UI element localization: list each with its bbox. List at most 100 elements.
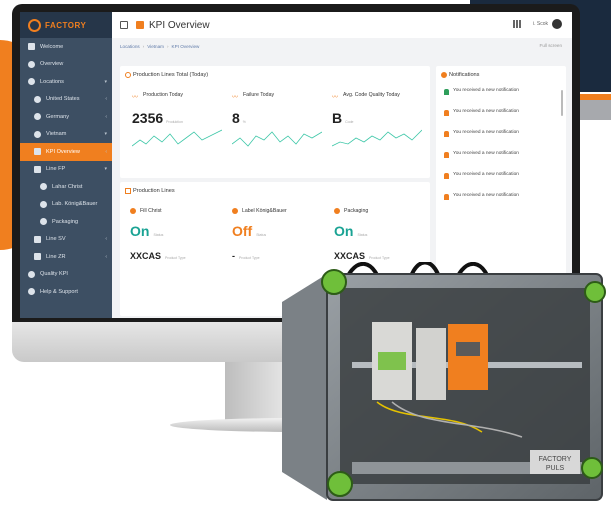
state-note: Status <box>153 233 164 237</box>
notification-text: You received a new notification <box>453 151 519 156</box>
breadcrumb-item[interactable]: Vietnam <box>147 44 164 49</box>
status-dot-icon <box>232 208 238 214</box>
kpi-unit: Code <box>345 120 354 124</box>
brand-name: FACTORY <box>45 20 87 30</box>
status-dot-icon <box>334 208 340 214</box>
card-title: Notifications <box>449 72 480 78</box>
sidebar-item-label: Vietnam <box>46 131 67 138</box>
sidebar-item-packaging[interactable]: Packaging <box>20 213 112 231</box>
user-name[interactable]: i. Scok <box>533 21 548 27</box>
state-note: Status <box>256 233 267 237</box>
sidebar-item-help-support[interactable]: Help & Support <box>20 283 112 301</box>
production-totals-card: Production Lines Total (Today) 〰 Product… <box>120 66 430 178</box>
bell-icon <box>444 152 449 158</box>
screw-icon <box>581 457 603 479</box>
line-state: On Status <box>334 223 434 239</box>
line-label: Fill Christ <box>140 208 162 214</box>
sidebar-item-kpi-overview[interactable]: KPI Overview ‹ <box>20 143 112 161</box>
state-value: On <box>130 223 150 239</box>
line-fill-christ[interactable]: Fill Christ On Status XXCAS Product Type <box>130 208 230 261</box>
status-dot-icon <box>130 208 136 214</box>
trend-icon: 〰 <box>132 95 139 101</box>
kpi-label: Production Today <box>143 92 183 98</box>
product-note: Product Type <box>239 256 260 260</box>
product-note: Product Type <box>165 256 186 260</box>
chevron-icon: ‹ <box>105 253 107 260</box>
kpi-unit: Produktion <box>166 120 183 124</box>
notification-item[interactable]: You received a new notification <box>444 172 559 192</box>
sparkline <box>232 131 322 147</box>
bell-icon <box>444 110 449 116</box>
sidebar-item-vietnam[interactable]: Vietnam ▾ <box>20 126 112 144</box>
kpi-unit: % <box>242 120 246 124</box>
chevron-icon: ▾ <box>104 78 107 85</box>
chevron-icon: ‹ <box>105 236 107 243</box>
dashboard-icon <box>34 148 41 156</box>
notification-item[interactable]: You received a new notification <box>444 130 559 150</box>
sidebar-item-overview[interactable]: Overview <box>20 56 112 74</box>
sidebar-item-label: Overview <box>40 61 64 68</box>
kpi-production-today: 〰 Production Today 2356 Produktion <box>132 92 228 147</box>
sidebar-item-united-states[interactable]: United States ‹ <box>20 91 112 109</box>
line-label-koenig-bauer[interactable]: Label König&Bauer Off Status - Product Typ… <box>232 208 332 261</box>
sidebar-item-quality-kpi[interactable]: Quality KPI <box>20 266 112 284</box>
sidebar-item-label: Packaging <box>52 218 79 225</box>
sidebar-item-label: Line FP <box>46 166 66 173</box>
clock-icon <box>125 72 131 78</box>
sidebar-item-lahar-christ[interactable]: Lahar Christ <box>20 178 112 196</box>
card-title: Production Lines Total (Today) <box>133 72 209 78</box>
location-pin-icon <box>40 183 47 191</box>
sidebar-item-label: Line SV <box>46 236 66 243</box>
sidebar-item-label: KPI Overview <box>46 148 80 155</box>
location-pin-icon <box>28 78 35 86</box>
notification-item[interactable]: You received a new notification <box>444 151 559 171</box>
sidebar-item-line-sv[interactable]: Line SV ‹ <box>20 231 112 249</box>
sidebar-item-label: Germany <box>46 113 70 120</box>
sidebar-item-welcome[interactable]: Welcome <box>20 38 112 56</box>
chevron-icon: ▾ <box>104 131 107 138</box>
product-type: - Product Type <box>232 251 332 261</box>
product-code: XXCAS <box>130 251 162 261</box>
sidebar-item-locations[interactable]: Locations ▾ <box>20 73 112 91</box>
device-logo: FACTORY <box>539 456 572 463</box>
notifications-scrollbar[interactable] <box>561 90 563 116</box>
state-note: Status <box>357 233 368 237</box>
fullscreen-button[interactable]: Full screen <box>540 43 562 48</box>
bell-icon <box>444 131 449 137</box>
brand-logo-icon <box>28 18 41 32</box>
sidebar-item-line-fp[interactable]: Line FP ▾ <box>20 161 112 179</box>
kpi-number: 2356 <box>132 110 164 126</box>
kpi-failure-today: 〰 Failure Today 8% <box>232 92 328 147</box>
product-note: Product Type <box>369 256 390 260</box>
screw-icon <box>584 281 606 303</box>
line-state: Off Status <box>232 223 332 239</box>
breadcrumb-item[interactable]: KPI Overview <box>172 44 200 49</box>
notification-item[interactable]: You received a new notification <box>444 88 559 108</box>
line-packaging[interactable]: Packaging On Status XXCAS Product Type <box>334 208 434 261</box>
state-value: Off <box>232 223 253 239</box>
sidebar-item-germany[interactable]: Germany ‹ <box>20 108 112 126</box>
kpi-number: B <box>332 110 343 126</box>
notification-item[interactable]: You received a new notification <box>444 109 559 129</box>
breadcrumb-item[interactable]: Locations <box>120 44 140 49</box>
product-code: XXCAS <box>334 251 366 261</box>
card-title: Production Lines <box>133 188 175 194</box>
sidebar-item-label: Line ZR <box>46 253 66 260</box>
sidebar-item-label: Lab. König&Bauer <box>52 201 98 208</box>
user-avatar-icon[interactable] <box>552 19 562 29</box>
kpi-number: 8 <box>232 110 240 126</box>
help-icon <box>28 288 35 296</box>
kpi-value: B Code <box>332 110 428 126</box>
device-logo: PULS <box>546 465 565 472</box>
trend-icon: 〰 <box>232 95 239 101</box>
menu-toggle-icon[interactable] <box>120 21 128 29</box>
notification-item[interactable]: You received a new notification <box>444 193 559 213</box>
apps-grid-icon[interactable] <box>512 20 521 28</box>
brand-logo[interactable]: FACTORY <box>20 12 112 38</box>
sidebar-item-line-zr[interactable]: Line ZR ‹ <box>20 248 112 266</box>
line-state: On Status <box>130 223 230 239</box>
kpi-value: 8% <box>232 110 328 126</box>
sidebar-item-lab-koenig-bauer[interactable]: Lab. König&Bauer <box>20 196 112 214</box>
chevron-icon: ‹ <box>105 96 107 103</box>
product-type: XXCAS Product Type <box>130 251 230 261</box>
